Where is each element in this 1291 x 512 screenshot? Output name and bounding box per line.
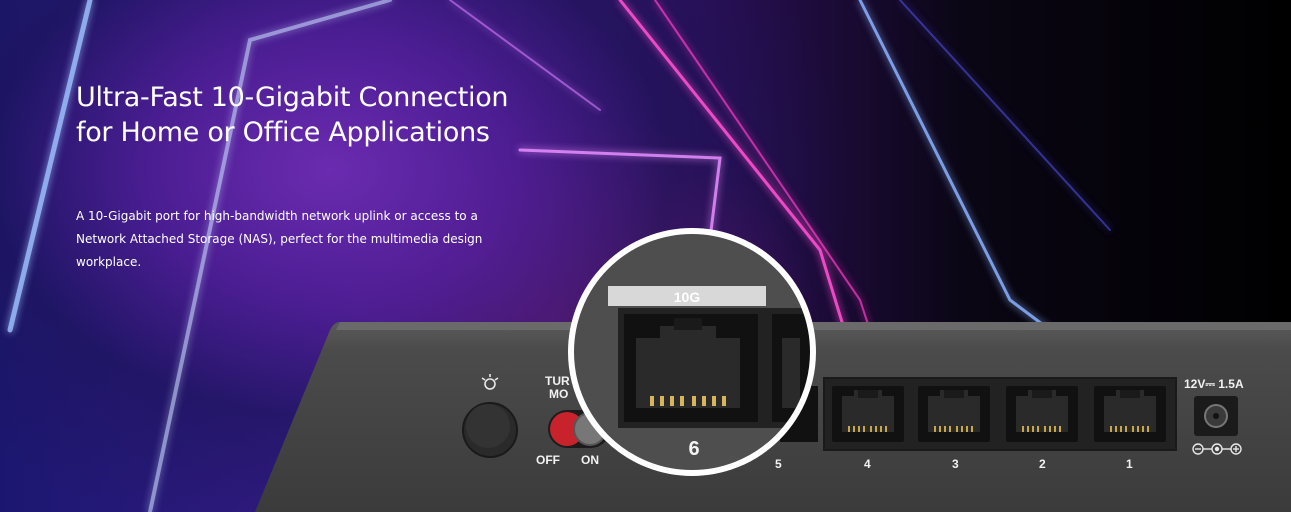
switch-device-illustration: TUR MO OFF ON 5 4 3 2 1 12V⎓ 1.5A 10G 6 [255,228,1291,512]
ethernet-port-3 [918,386,990,442]
turbo-mode-label-1: TUR [545,374,570,388]
switch-off-label: OFF [536,453,560,467]
ethernet-port-1 [1094,386,1166,442]
port-number-2: 2 [1039,457,1046,471]
port-number-4: 4 [864,457,871,471]
hero-banner: Ultra-Fast 10-Gigabit Connection for Hom… [0,0,1291,512]
ethernet-port-4 [832,386,904,442]
switch-on-label: ON [581,453,599,467]
ethernet-port-2 [1006,386,1078,442]
port-number-5: 5 [775,457,782,471]
power-rating-label: 12V⎓ 1.5A [1184,377,1244,391]
port-tag-10g-label: 10G [674,289,701,305]
turbo-mode-label-2: MO [549,387,568,401]
port-number-1: 1 [1126,457,1133,471]
port-number-6: 6 [688,438,699,460]
port-number-3: 3 [952,457,959,471]
